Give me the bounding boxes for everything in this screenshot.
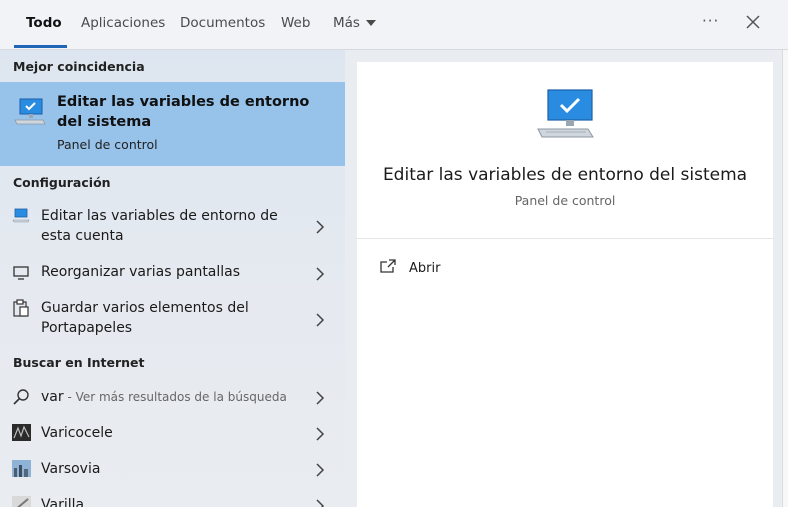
section-best-match-heading: Mejor coincidencia [13,59,145,74]
config-item-label: Editar las variables de entorno de esta … [41,208,278,244]
best-match-title: Editar las variables de entorno del sist… [57,94,310,130]
computer-small-icon [12,208,30,228]
best-match-subtitle: Panel de control [57,137,158,152]
computer-checkmark-icon [14,98,46,132]
chevron-right-icon[interactable] [315,312,325,331]
open-external-icon [379,258,397,278]
close-icon[interactable] [743,12,763,36]
section-config-heading: Configuración [13,175,111,190]
monitor-icon [12,265,30,285]
web-item-label: Varilla [41,497,85,507]
web-thumbnail-icon [12,496,31,507]
best-match-item[interactable]: Editar las variables de entorno del sist… [0,82,345,166]
active-tab-indicator [14,45,67,48]
config-item-label: Guardar varios elementos del Portapapele… [41,300,249,336]
chevron-right-icon[interactable] [315,426,325,445]
web-query-text: var [41,389,64,405]
open-button[interactable]: Abrir [379,258,529,282]
config-item-displays[interactable]: Reorganizar varias pantallas [0,262,345,286]
search-icon [12,388,30,410]
config-item-clipboard[interactable]: Guardar varios elementos del Portapapele… [0,298,345,342]
web-query-hint: - Ver más resultados de la búsqueda [63,390,287,404]
chevron-right-icon[interactable] [315,390,325,409]
section-internet-heading: Buscar en Internet [13,355,145,370]
tab-aplicaciones[interactable]: Aplicaciones [81,15,165,31]
web-item-var[interactable]: var - Ver más resultados de la búsqueda [0,386,345,410]
chevron-right-icon[interactable] [315,462,325,481]
computer-checkmark-icon [536,89,596,145]
tab-mas[interactable]: Más [333,15,376,31]
web-item-varilla[interactable]: Varilla [0,494,345,507]
results-panel: Mejor coincidencia Editar las variables … [0,50,345,507]
tab-todo[interactable]: Todo [26,15,62,31]
search-filter-bar: Todo Aplicaciones Documentos Web Más ··· [0,0,788,50]
web-item-label: var - Ver más resultados de la búsqueda [41,387,301,407]
web-thumbnail-icon [12,424,31,445]
config-item-label: Reorganizar varias pantallas [41,264,241,280]
web-item-varicocele[interactable]: Varicocele [0,422,345,446]
chevron-right-icon[interactable] [315,266,325,285]
preview-subtitle: Panel de control [514,193,616,208]
chevron-right-icon[interactable] [315,498,325,507]
tab-documentos[interactable]: Documentos [180,15,265,31]
preview-panel: Editar las variables de entorno del sist… [357,62,773,507]
web-item-label: Varsovia [41,461,101,477]
chevron-right-icon[interactable] [315,219,325,238]
tab-mas-label: Más [333,15,360,31]
web-item-label: Varicocele [41,425,113,441]
preview-title: Editar las variables de entorno del sist… [382,165,748,185]
clipboard-icon [12,299,30,321]
chevron-down-icon [365,20,376,26]
tab-web[interactable]: Web [281,15,310,31]
web-thumbnail-icon [12,460,31,481]
divider [357,238,773,239]
config-item-env-account[interactable]: Editar las variables de entorno de esta … [0,205,345,249]
window-edge [782,50,788,507]
web-item-varsovia[interactable]: Varsovia [0,458,345,482]
more-options-icon[interactable]: ··· [702,12,719,30]
open-label: Abrir [409,261,441,276]
